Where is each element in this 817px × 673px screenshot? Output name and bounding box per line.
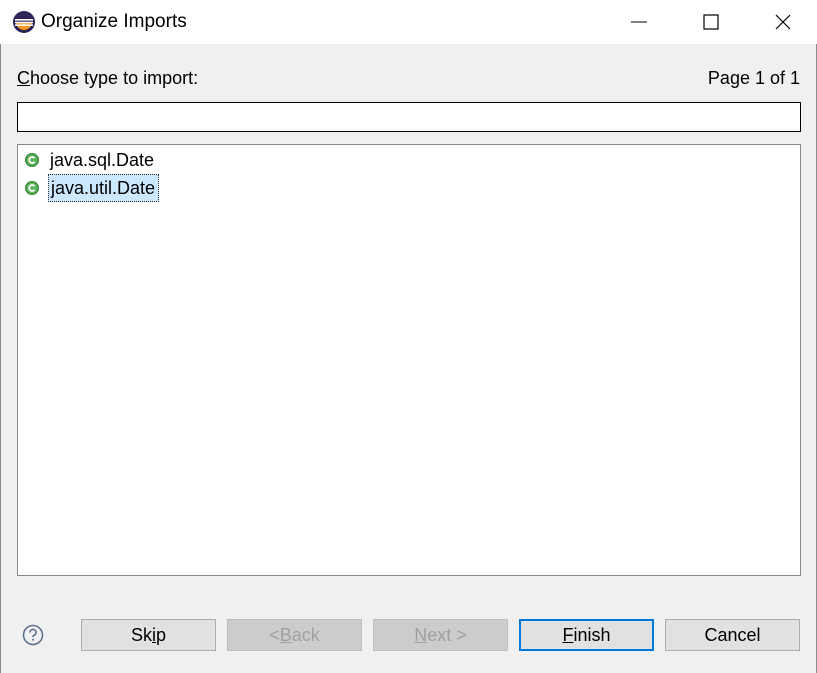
next-button[interactable]: Next >: [373, 619, 508, 651]
label-before: <: [269, 624, 280, 645]
title-bar[interactable]: Organize Imports: [0, 0, 817, 44]
page-indicator: Page 1 of 1: [707, 68, 800, 88]
accelerator-key: B: [279, 624, 292, 645]
label-after: inish: [573, 624, 611, 645]
dialog-border: [0, 44, 1, 673]
class-icon: [25, 181, 39, 195]
maximize-button[interactable]: [688, 0, 734, 44]
accelerator-key: F: [562, 624, 574, 645]
selection-highlight: java.util.Date: [48, 174, 160, 202]
maximize-icon: [703, 14, 719, 30]
list-item-content: java.sql.Date: [23, 147, 157, 173]
label-before: Sk: [130, 624, 152, 645]
choose-type-label: Choose type to import:: [17, 68, 198, 89]
help-icon[interactable]: [22, 624, 44, 646]
minimize-button[interactable]: [616, 0, 662, 44]
close-button[interactable]: [760, 0, 806, 44]
window-title: Organize Imports: [41, 11, 187, 32]
finish-button[interactable]: Finish: [519, 619, 654, 651]
type-name: java.util.Date: [51, 178, 156, 198]
minimize-icon: [631, 21, 647, 23]
list-item[interactable]: java.sql.Date: [23, 146, 157, 174]
type-filter-input[interactable]: [17, 102, 801, 132]
close-icon: [775, 14, 791, 30]
skip-button[interactable]: Sk i p: [81, 619, 216, 651]
label-after: ext >: [427, 624, 467, 645]
label-text: hoose type to import:: [30, 68, 199, 88]
accelerator-key: C: [17, 68, 30, 88]
label-after: ack: [291, 624, 320, 645]
cancel-button[interactable]: Cancel: [665, 619, 800, 651]
class-icon: [25, 153, 39, 167]
eclipse-icon: [13, 11, 35, 33]
label-after: p: [156, 624, 167, 645]
back-button[interactable]: < Back: [227, 619, 362, 651]
type-name: java.sql.Date: [50, 150, 155, 170]
type-list[interactable]: java.sql.Date java.util.Date: [17, 144, 801, 576]
accelerator-key: N: [414, 624, 428, 645]
list-item-selected[interactable]: java.util.Date: [23, 174, 160, 202]
